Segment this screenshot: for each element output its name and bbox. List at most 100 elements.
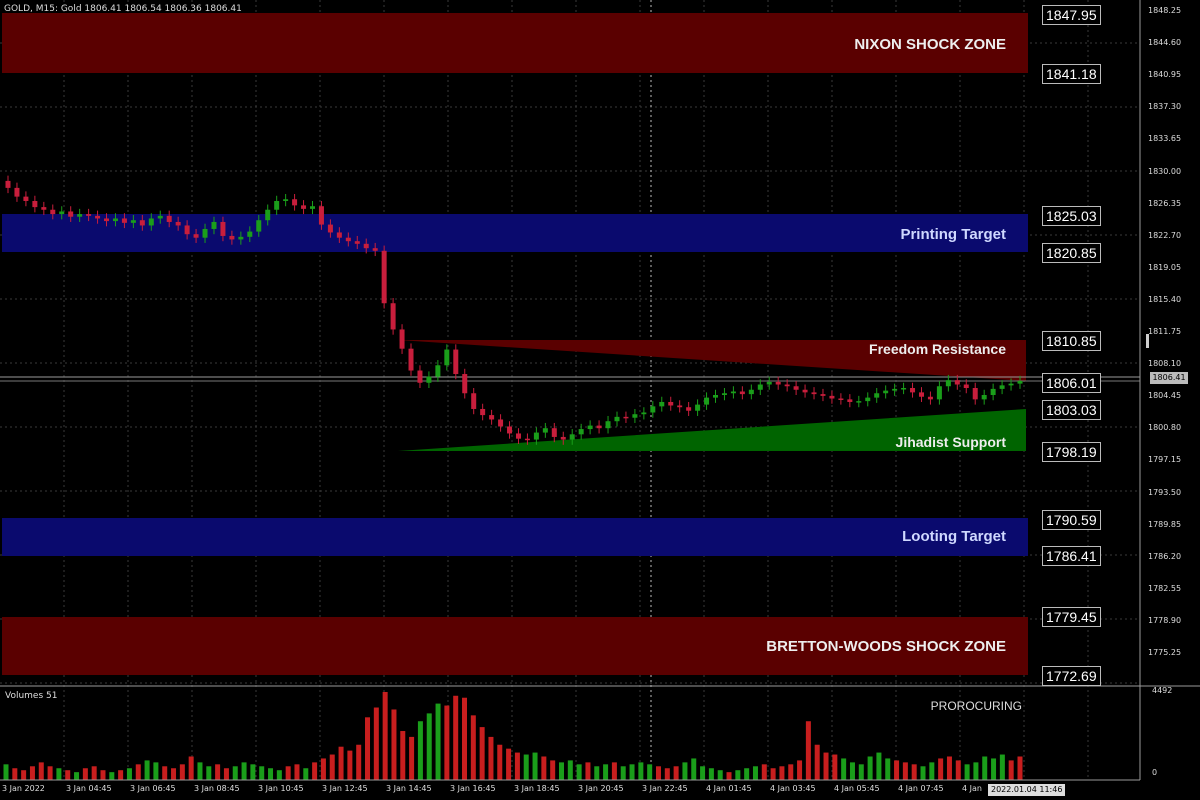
volume-bar (788, 764, 794, 780)
volume-bar (938, 758, 944, 780)
candle (157, 215, 163, 219)
candle (363, 243, 369, 249)
candle (139, 220, 145, 226)
candle (874, 393, 880, 398)
candle (498, 419, 504, 427)
candle (927, 396, 933, 400)
price-tag[interactable]: 1806.01 (1042, 373, 1101, 393)
price-tag[interactable]: 1803.03 (1042, 400, 1101, 420)
volume-bar (479, 727, 485, 780)
price-tag[interactable]: 1786.41 (1042, 546, 1101, 566)
zone-label-nixon: NIXON SHOCK ZONE (854, 36, 1006, 53)
candle (14, 187, 20, 197)
volume-bar (805, 721, 811, 780)
candle (659, 401, 665, 407)
volume-bar (109, 772, 115, 780)
candle (238, 236, 244, 240)
candle (605, 421, 611, 429)
candle (972, 388, 978, 400)
volume-bar (603, 764, 609, 780)
candle (148, 218, 154, 226)
y-tick: 1786.20 (1148, 551, 1182, 561)
candle (668, 401, 674, 406)
candle (372, 248, 378, 251)
chart-canvas[interactable] (0, 0, 1200, 800)
candle (587, 425, 593, 430)
candle (283, 199, 289, 201)
candle (650, 406, 656, 413)
candle (41, 207, 47, 210)
volume-bar (126, 768, 132, 780)
volume-bar (929, 762, 935, 780)
candle (202, 228, 208, 238)
candle (695, 404, 701, 411)
volume-bar (356, 744, 362, 780)
x-tick: 3 Jan 08:45 (194, 784, 240, 793)
volume-bar (735, 770, 741, 780)
volume-bar (664, 768, 670, 780)
zone-label-looting: Looting Target (902, 528, 1006, 545)
volume-bar (991, 758, 997, 780)
candle (193, 234, 199, 238)
volume-bar (567, 760, 573, 780)
candle (327, 224, 333, 233)
candle (793, 386, 799, 390)
price-tag[interactable]: 1779.45 (1042, 607, 1101, 627)
volume-bar (135, 764, 141, 780)
volume-bar (338, 746, 344, 780)
x-tick: 3 Jan 10:45 (258, 784, 304, 793)
price-tag[interactable]: 1810.85 (1042, 331, 1101, 351)
price-tag[interactable]: 1798.19 (1042, 442, 1101, 462)
price-tag[interactable]: 1820.85 (1042, 243, 1101, 263)
candle (336, 232, 342, 238)
volume-bar (373, 707, 379, 780)
candle (766, 381, 772, 385)
volume-bar (964, 764, 970, 780)
candle (775, 381, 781, 385)
candle (121, 218, 127, 223)
volume-bar (867, 756, 873, 780)
volume-bar (268, 768, 274, 780)
volume-bar (250, 764, 256, 780)
y-tick: 1819.05 (1148, 262, 1182, 272)
volume-bar (647, 764, 653, 780)
volume-bar (506, 748, 512, 780)
volume-bar (153, 762, 159, 780)
price-tag[interactable]: 1841.18 (1042, 64, 1101, 84)
candle (390, 303, 396, 330)
volume-bar (382, 692, 388, 780)
candle (318, 206, 324, 225)
candle (936, 386, 942, 400)
candle (748, 389, 754, 395)
volume-bar (312, 762, 318, 780)
chart-window[interactable]: GOLD, M15: Gold 1806.41 1806.54 1806.36 … (0, 0, 1200, 800)
price-tag[interactable]: 1790.59 (1042, 510, 1101, 530)
volume-bar (585, 762, 591, 780)
price-tag[interactable]: 1825.03 (1042, 206, 1101, 226)
candle (829, 395, 835, 399)
volume-bar (259, 766, 265, 780)
volume-bar (223, 768, 229, 780)
candle (883, 390, 889, 394)
volume-bar (761, 764, 767, 780)
candle (309, 206, 315, 209)
current-price-label: 1806.41 (1150, 372, 1188, 384)
candle (515, 433, 521, 439)
volume-bar (74, 772, 80, 780)
y-tick: 1775.25 (1148, 648, 1182, 657)
candle (68, 211, 74, 217)
price-tag[interactable]: 1847.95 (1042, 5, 1101, 25)
x-tick: 3 Jan 06:45 (130, 784, 176, 793)
volume-bar (409, 736, 415, 780)
volume-bar (400, 731, 406, 780)
y-tick: 1840.95 (1148, 70, 1182, 80)
volume-bar (973, 762, 979, 780)
candle (399, 329, 405, 349)
price-tag[interactable]: 1772.69 (1042, 666, 1101, 686)
y-tick: 1848.25 (1148, 6, 1182, 15)
candle (480, 408, 486, 416)
candle (901, 388, 907, 390)
zone-label-freedom: Freedom Resistance (869, 341, 1006, 357)
volume-bar (1008, 760, 1014, 780)
candle (856, 401, 862, 403)
